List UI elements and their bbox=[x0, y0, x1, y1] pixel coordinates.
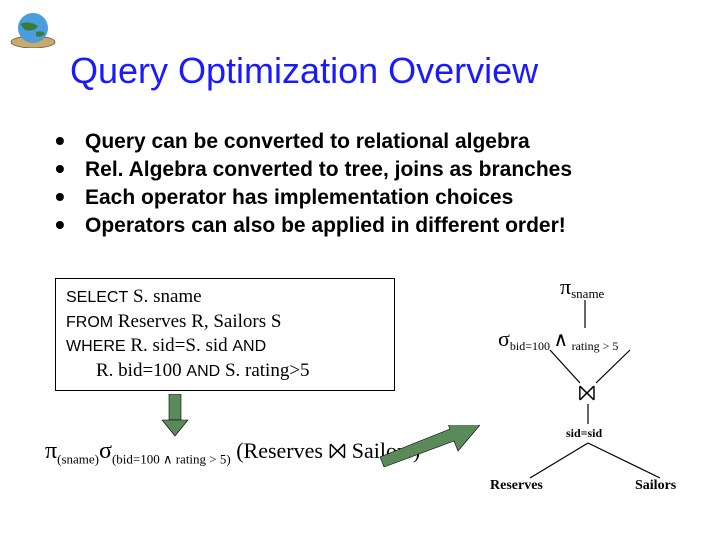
sql-query-box: SELECT S. sname FROM Reserves R, Sailors… bbox=[55, 278, 395, 391]
sigma-symbol: σ bbox=[498, 326, 510, 351]
join-symbol: ⨝ bbox=[578, 380, 596, 405]
tree-project-label: sname bbox=[571, 286, 604, 301]
pi-subscript: (sname) bbox=[57, 451, 99, 466]
sql-text: S. rating>5 bbox=[220, 360, 309, 381]
sql-text: R. bid=100 bbox=[96, 360, 186, 381]
bullet-item: Operators can also be applied in differe… bbox=[55, 214, 572, 238]
tree-project-node: πsname bbox=[560, 274, 604, 302]
sigma-subscript: (bid=100 ∧ rating > 5) bbox=[112, 451, 231, 466]
relational-algebra-expression: π(sname)σ(bid=100 ∧ rating > 5) (Reserve… bbox=[45, 438, 420, 467]
sql-text: Reserves R, Sailors S bbox=[113, 311, 281, 332]
sql-text: R. sid=S. sid bbox=[126, 335, 233, 356]
slide-title: Query Optimization Overview bbox=[70, 50, 538, 92]
and-symbol: ∧ bbox=[553, 329, 568, 351]
tree-leaf-left: Reserves bbox=[490, 478, 543, 494]
globe-logo-icon bbox=[10, 12, 56, 48]
tree-select-left: bid=100 bbox=[510, 339, 550, 353]
bullet-item: Rel. Algebra converted to tree, joins as… bbox=[55, 158, 572, 182]
tree-leaf-right: Sailors bbox=[635, 478, 676, 494]
arrow-down-icon bbox=[160, 394, 190, 438]
pi-symbol: π bbox=[560, 274, 571, 299]
sql-keyword: AND bbox=[232, 338, 266, 355]
pi-symbol: π bbox=[45, 438, 57, 464]
sql-text: S. sname bbox=[128, 286, 201, 307]
operator-tree: πsname σbid=100 ∧ rating > 5 ⨝ sid=sid R… bbox=[480, 278, 710, 518]
bullet-item: Each operator has implementation choices bbox=[55, 186, 572, 210]
sql-keyword: WHERE bbox=[66, 338, 126, 355]
bullet-item: Query can be converted to relational alg… bbox=[55, 130, 572, 154]
sigma-symbol: σ bbox=[99, 438, 112, 464]
sql-keyword: AND bbox=[186, 363, 220, 380]
tree-join-node: ⨝ bbox=[578, 380, 596, 406]
arrow-diagonal-icon bbox=[380, 425, 480, 467]
sql-keyword: FROM bbox=[66, 314, 113, 331]
tree-select-right: rating > 5 bbox=[572, 339, 619, 353]
tree-select-node: σbid=100 ∧ rating > 5 bbox=[498, 326, 618, 354]
sql-keyword: SELECT bbox=[66, 289, 128, 306]
tree-join-label: sid=sid bbox=[566, 426, 602, 441]
bullet-list: Query can be converted to relational alg… bbox=[55, 130, 572, 242]
